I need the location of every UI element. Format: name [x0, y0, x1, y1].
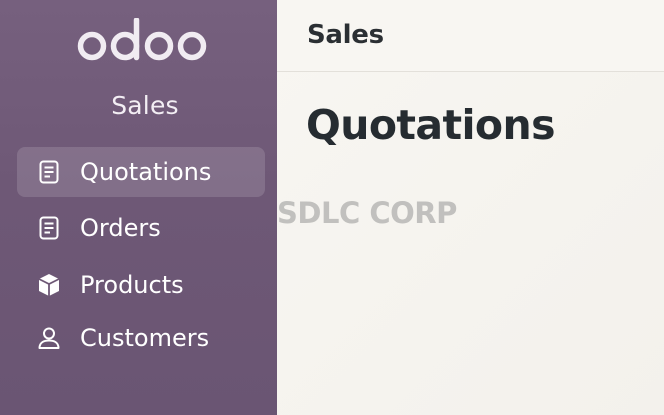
sidebar-item-label: Quotations [80, 158, 212, 186]
odoo-logo[interactable] [76, 18, 208, 64]
user-icon [36, 325, 62, 351]
document-icon [36, 159, 62, 185]
top-bar: Sales [277, 0, 664, 72]
sidebar-item-label: Customers [80, 324, 210, 352]
watermark: SDLC CORP [277, 196, 457, 230]
sidebar-item-customers[interactable]: Customers [17, 313, 265, 363]
document-icon [36, 215, 62, 241]
sidebar-item-label: Products [80, 271, 184, 299]
app-name: Sales [111, 91, 179, 120]
sidebar-item-quotations[interactable]: Quotations [17, 147, 265, 197]
sidebar-item-orders[interactable]: Orders [17, 203, 265, 253]
sidebar: Sales Quotations Orders Products Custome… [0, 0, 277, 415]
page-title: Quotations [306, 101, 555, 149]
box-icon [36, 272, 62, 298]
sidebar-item-label: Orders [80, 214, 161, 242]
sidebar-item-products[interactable]: Products [17, 260, 265, 310]
breadcrumb[interactable]: Sales [307, 20, 384, 50]
